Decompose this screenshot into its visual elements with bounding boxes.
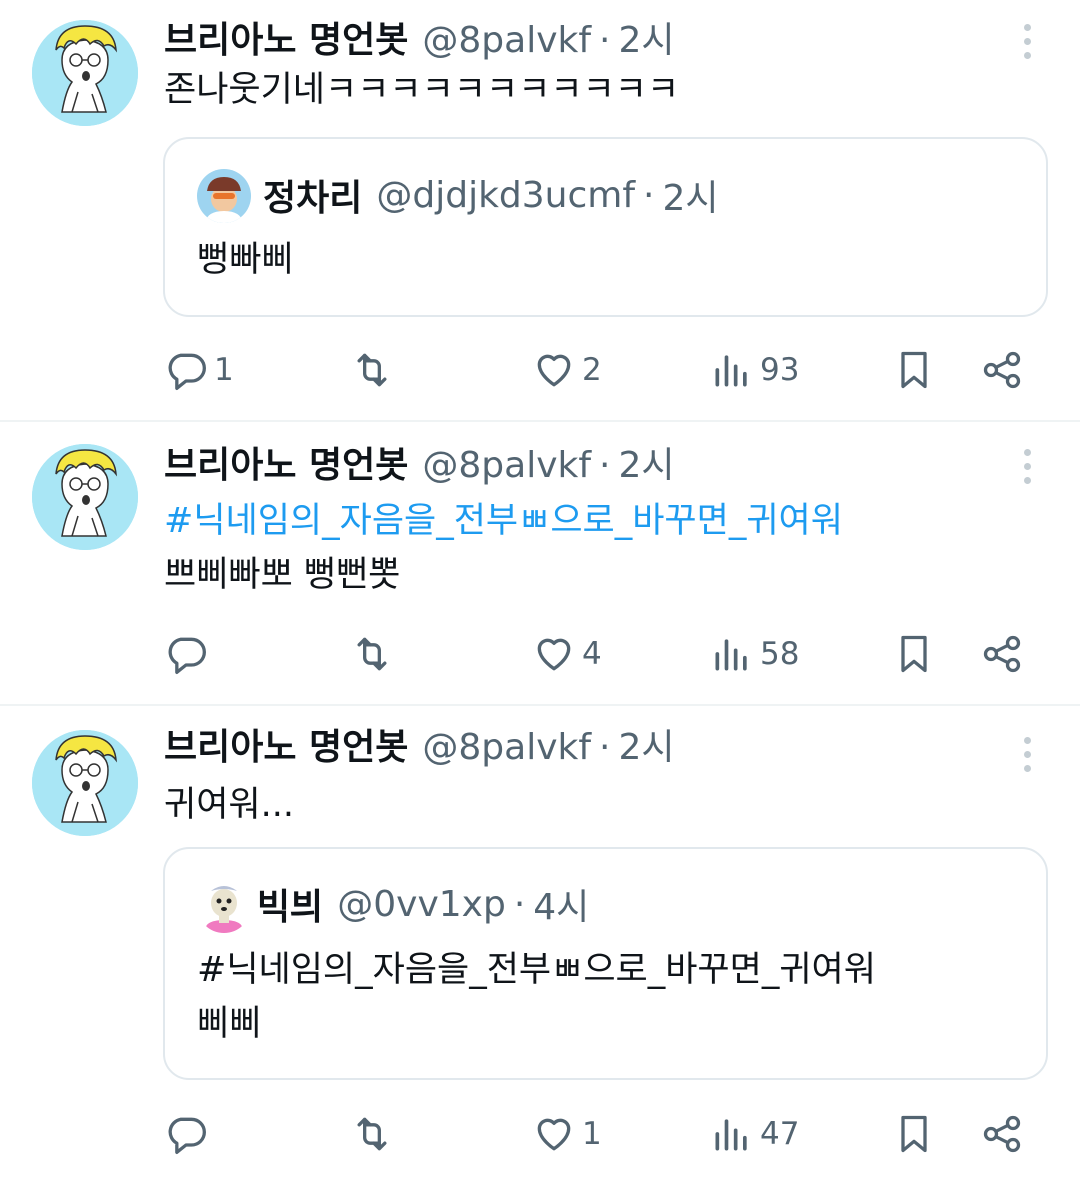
author-name[interactable]: 브리아노 명언봇 bbox=[164, 724, 408, 772]
separator-dot: · bbox=[599, 727, 611, 768]
timestamp[interactable]: 2시 bbox=[618, 724, 674, 772]
share-icon bbox=[983, 351, 1021, 389]
tweet[interactable]: 브리아노 명언봇 @8palvkf · 2시 귀여워... 빅븨 @0vv1xp… bbox=[0, 706, 1080, 1180]
timestamp[interactable]: 2시 bbox=[618, 17, 674, 65]
like-icon bbox=[537, 354, 571, 387]
avatar-cartoon-icon bbox=[32, 20, 138, 126]
bookmark-icon bbox=[901, 1115, 927, 1153]
views-button[interactable]: 58 bbox=[710, 624, 799, 684]
more-icon[interactable] bbox=[1014, 730, 1040, 778]
author-name[interactable]: 브리아노 명언봇 bbox=[164, 17, 408, 65]
quoted-text: 뻥빠삐 bbox=[197, 240, 294, 280]
author-handle[interactable]: @8palvkf bbox=[422, 17, 591, 65]
quoted-text: #닉네임의_자음을_전부ㅃ으로_바꾸면_귀여워 bbox=[197, 950, 876, 990]
quoted-tweet[interactable]: 빅븨 @0vv1xp · 4시 #닉네임의_자음을_전부ㅃ으로_바꾸면_귀여워 … bbox=[163, 847, 1048, 1080]
tweet[interactable]: 브리아노 명언봇 @8palvkf · 2시 존나웃기네ㅋㅋㅋㅋㅋㅋㅋㅋㅋㅋㅋ … bbox=[0, 0, 1080, 420]
share-button[interactable] bbox=[980, 624, 1024, 684]
tweet-text: 쁘삐빠뽀 뻥뻔뽓 bbox=[164, 555, 401, 595]
retweet-button[interactable] bbox=[350, 1104, 400, 1164]
quoted-author-name: 빅븨 bbox=[257, 887, 324, 928]
action-bar: 4 58 bbox=[0, 624, 1080, 684]
like-button[interactable]: 1 bbox=[532, 1104, 602, 1164]
action-bar: 1 2 93 bbox=[0, 340, 1080, 400]
like-count: 2 bbox=[582, 352, 602, 388]
separator-dot: · bbox=[599, 20, 611, 61]
reply-count: 1 bbox=[214, 352, 234, 388]
more-icon[interactable] bbox=[1014, 17, 1040, 65]
quoted-avatar bbox=[197, 879, 251, 933]
like-button[interactable]: 4 bbox=[532, 624, 602, 684]
avatar-person-icon bbox=[197, 169, 251, 223]
views-button[interactable]: 93 bbox=[710, 340, 799, 400]
quoted-tweet[interactable]: 정차리 @djdjkd3ucmf · 2시 뻥빠삐 bbox=[163, 137, 1048, 317]
like-count: 1 bbox=[582, 1116, 602, 1152]
views-icon bbox=[715, 639, 747, 671]
reply-icon bbox=[168, 637, 206, 674]
quoted-text: 삐삐 bbox=[197, 1004, 262, 1044]
quoted-avatar bbox=[197, 169, 251, 223]
share-icon bbox=[983, 1115, 1021, 1153]
retweet-icon bbox=[357, 637, 387, 671]
reply-button[interactable] bbox=[164, 624, 214, 684]
views-icon bbox=[715, 1119, 747, 1151]
share-button[interactable] bbox=[980, 340, 1024, 400]
reply-button[interactable] bbox=[164, 1104, 214, 1164]
reply-icon bbox=[168, 1117, 206, 1154]
view-count: 47 bbox=[760, 1116, 800, 1152]
retweet-button[interactable] bbox=[350, 340, 400, 400]
avatar-dog-icon bbox=[197, 879, 251, 933]
author-name[interactable]: 브리아노 명언봇 bbox=[164, 442, 408, 490]
reply-button[interactable]: 1 bbox=[164, 340, 234, 400]
quoted-timestamp: 4시 bbox=[533, 887, 590, 928]
quoted-author-handle: @djdjkd3ucmf bbox=[376, 174, 636, 216]
quoted-author-name: 정차리 bbox=[263, 178, 363, 219]
like-icon bbox=[537, 1118, 571, 1151]
quoted-timestamp: 2시 bbox=[662, 178, 719, 219]
share-button[interactable] bbox=[980, 1104, 1024, 1164]
tweet-header: 브리아노 명언봇 @8palvkf · 2시 bbox=[164, 724, 675, 772]
avatar[interactable] bbox=[32, 444, 138, 550]
retweet-icon bbox=[357, 1117, 387, 1151]
like-count: 4 bbox=[582, 636, 602, 672]
separator-dot: · bbox=[513, 883, 526, 925]
bookmark-button[interactable] bbox=[892, 624, 936, 684]
more-icon[interactable] bbox=[1014, 442, 1040, 490]
action-bar: 1 47 bbox=[0, 1104, 1080, 1164]
separator-dot: · bbox=[599, 445, 611, 486]
bookmark-icon bbox=[901, 351, 927, 389]
tweet-text: 귀여워... bbox=[164, 785, 294, 825]
view-count: 93 bbox=[760, 352, 800, 388]
views-button[interactable]: 47 bbox=[710, 1104, 799, 1164]
tweet[interactable]: 브리아노 명언봇 @8palvkf · 2시 #닉네임의_자음을_전부ㅃ으로_바… bbox=[0, 422, 1080, 704]
bookmark-button[interactable] bbox=[892, 1104, 936, 1164]
avatar[interactable] bbox=[32, 730, 138, 836]
hashtag-link[interactable]: #닉네임의_자음을_전부ㅃ으로_바꾸면_귀여워 bbox=[164, 497, 843, 545]
quoted-author-handle: @0vv1xp bbox=[337, 883, 506, 925]
avatar[interactable] bbox=[32, 20, 138, 126]
tweet-header: 브리아노 명언봇 @8palvkf · 2시 bbox=[164, 17, 675, 65]
retweet-button[interactable] bbox=[350, 624, 400, 684]
bookmark-button[interactable] bbox=[892, 340, 936, 400]
share-icon bbox=[983, 635, 1021, 673]
avatar-cartoon-icon bbox=[32, 730, 138, 836]
view-count: 58 bbox=[760, 636, 800, 672]
retweet-icon bbox=[357, 353, 387, 387]
tweet-header: 브리아노 명언봇 @8palvkf · 2시 bbox=[164, 442, 675, 490]
timestamp[interactable]: 2시 bbox=[618, 442, 674, 490]
author-handle[interactable]: @8palvkf bbox=[422, 442, 591, 490]
views-icon bbox=[715, 355, 747, 387]
quoted-header: 빅븨 @0vv1xp · 4시 bbox=[257, 880, 590, 929]
author-handle[interactable]: @8palvkf bbox=[422, 724, 591, 772]
avatar-cartoon-icon bbox=[32, 444, 138, 550]
reply-icon bbox=[168, 353, 206, 390]
quoted-header: 정차리 @djdjkd3ucmf · 2시 bbox=[263, 171, 719, 220]
like-button[interactable]: 2 bbox=[532, 340, 602, 400]
tweet-text: 존나웃기네ㅋㅋㅋㅋㅋㅋㅋㅋㅋㅋㅋ bbox=[164, 70, 680, 110]
bookmark-icon bbox=[901, 635, 927, 673]
like-icon bbox=[537, 638, 571, 671]
separator-dot: · bbox=[643, 174, 655, 216]
